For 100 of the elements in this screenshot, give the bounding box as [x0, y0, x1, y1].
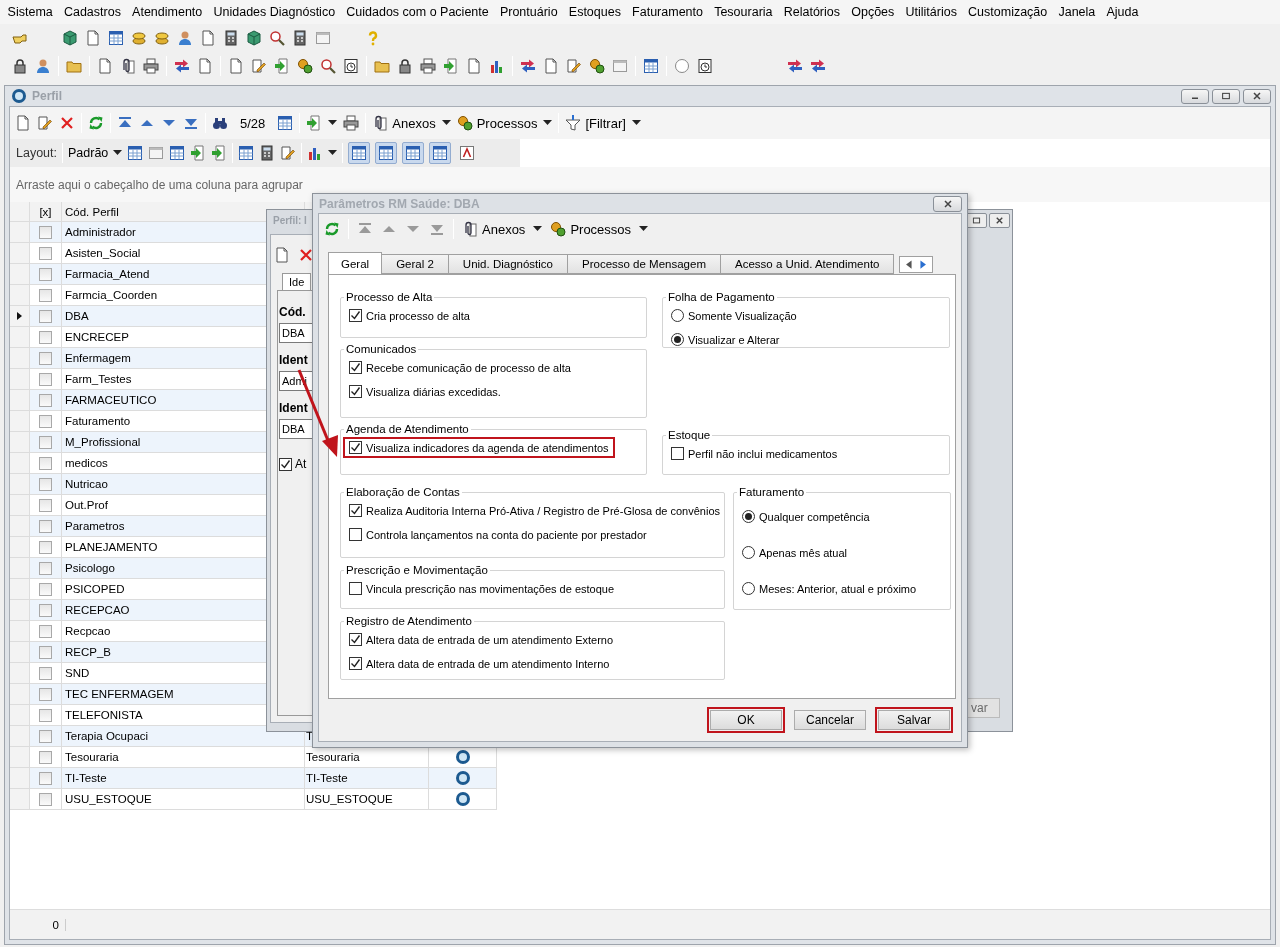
window-icon[interactable]: [612, 58, 628, 74]
edit-icon[interactable]: [566, 58, 582, 74]
toggle-button[interactable]: [348, 142, 371, 164]
calculator-icon[interactable]: [259, 145, 276, 161]
document-icon[interactable]: [200, 30, 216, 46]
export-icon[interactable]: [306, 115, 323, 131]
menu-item[interactable]: Sistema: [2, 3, 59, 21]
toggle-button[interactable]: [429, 142, 452, 164]
tab[interactable]: Acesso a Unid. Atendimento: [720, 254, 895, 274]
menu-item[interactable]: Cuidados com o Paciente: [340, 3, 495, 21]
checkbox[interactable]: [39, 666, 52, 680]
edit-icon[interactable]: [280, 145, 297, 161]
window-icon[interactable]: [315, 30, 331, 46]
checkbox[interactable]: [349, 441, 362, 454]
checkbox[interactable]: [349, 633, 362, 646]
tab[interactable]: Geral: [328, 252, 383, 274]
radio-button[interactable]: [671, 333, 684, 346]
dialog-button[interactable]: Salvar: [878, 710, 950, 730]
attachments-button[interactable]: Anexos: [462, 221, 526, 237]
refresh-icon[interactable]: [324, 221, 340, 237]
input-field[interactable]: DBA: [279, 323, 313, 343]
menu-item[interactable]: Customização: [962, 3, 1053, 21]
calculator-icon[interactable]: [292, 30, 308, 46]
cube-icon[interactable]: [246, 30, 262, 46]
column-header[interactable]: [x]: [30, 202, 62, 221]
checkbox[interactable]: [39, 540, 52, 554]
tab[interactable]: Unid. Diagnóstico: [447, 254, 568, 274]
checkbox[interactable]: [349, 309, 362, 322]
checkbox[interactable]: [39, 771, 52, 785]
tab[interactable]: Geral 2: [381, 254, 449, 274]
export-icon[interactable]: [190, 145, 207, 161]
coins-icon[interactable]: [154, 30, 170, 46]
menu-item[interactable]: Tesouraria: [708, 3, 779, 21]
processes-button[interactable]: Processos: [456, 115, 538, 131]
close-button[interactable]: [1243, 88, 1271, 104]
checkbox[interactable]: [39, 792, 52, 806]
checkbox[interactable]: [39, 225, 52, 239]
checkbox[interactable]: [279, 457, 292, 471]
gears-icon[interactable]: [297, 58, 313, 74]
checkbox[interactable]: [39, 351, 52, 365]
paperclip-icon[interactable]: [462, 221, 478, 237]
close-icon[interactable]: [994, 215, 1005, 226]
caret-icon[interactable]: [533, 226, 543, 232]
printer-icon[interactable]: [343, 115, 360, 131]
printer-icon[interactable]: [420, 58, 436, 74]
row-indicator[interactable]: [10, 306, 30, 326]
table-icon[interactable]: [238, 145, 255, 161]
menu-item[interactable]: Unidades Diagnóstico: [207, 3, 341, 21]
close-icon[interactable]: [941, 197, 954, 210]
input-field[interactable]: DBA: [279, 419, 313, 439]
dialog-button[interactable]: Cancelar: [794, 710, 866, 730]
toggle-button[interactable]: [375, 142, 398, 164]
clock-icon[interactable]: [697, 58, 713, 74]
tab[interactable]: Processo de Mensagem: [567, 254, 721, 274]
document-icon[interactable]: [274, 247, 290, 263]
save-button[interactable]: var: [966, 698, 1000, 718]
document-icon[interactable]: [228, 58, 244, 74]
table-icon[interactable]: [277, 115, 294, 131]
menu-item[interactable]: Utilitários: [899, 3, 963, 21]
caret-icon[interactable]: [328, 150, 338, 156]
checkbox[interactable]: [39, 561, 52, 575]
window-icon[interactable]: [148, 145, 165, 161]
clock-icon[interactable]: [343, 58, 359, 74]
circle-icon[interactable]: [674, 58, 690, 74]
lock-icon[interactable]: [12, 58, 28, 74]
user-icon[interactable]: [35, 58, 51, 74]
checkbox[interactable]: [39, 750, 52, 764]
document-icon[interactable]: [197, 58, 213, 74]
checkbox[interactable]: [39, 456, 52, 470]
edit-icon[interactable]: [37, 115, 53, 131]
caret-icon[interactable]: [631, 120, 641, 126]
checkbox[interactable]: [39, 246, 52, 260]
tab[interactable]: Ide: [282, 273, 312, 290]
calculator-icon[interactable]: [223, 30, 239, 46]
binoculars-icon[interactable]: [212, 115, 228, 131]
checkbox[interactable]: [39, 498, 52, 512]
edit-icon[interactable]: [251, 58, 267, 74]
caret-icon[interactable]: [543, 120, 553, 126]
maximize-button[interactable]: [966, 213, 987, 228]
paperclip-icon[interactable]: [372, 115, 389, 131]
layout-dropdown[interactable]: Padrão: [68, 146, 109, 160]
caret-icon[interactable]: [328, 120, 338, 126]
table-icon[interactable]: [108, 30, 124, 46]
delete-icon[interactable]: [298, 247, 313, 263]
gears-icon[interactable]: [550, 221, 567, 237]
caret-icon[interactable]: [639, 226, 649, 232]
radio-button[interactable]: [742, 546, 755, 559]
coins-icon[interactable]: [131, 30, 147, 46]
swap-icon[interactable]: [787, 58, 803, 74]
search-icon[interactable]: [269, 30, 285, 46]
attachments-button[interactable]: Anexos: [372, 115, 436, 131]
document-icon[interactable]: [85, 30, 101, 46]
menu-item[interactable]: Janela: [1052, 3, 1101, 21]
radio-button[interactable]: [671, 309, 684, 322]
table-icon[interactable]: [169, 145, 186, 161]
printer-icon[interactable]: [143, 58, 159, 74]
swap-icon[interactable]: [174, 58, 190, 74]
checkbox[interactable]: [39, 414, 52, 428]
menu-item[interactable]: Prontuário: [494, 3, 564, 21]
user-icon[interactable]: [177, 30, 193, 46]
